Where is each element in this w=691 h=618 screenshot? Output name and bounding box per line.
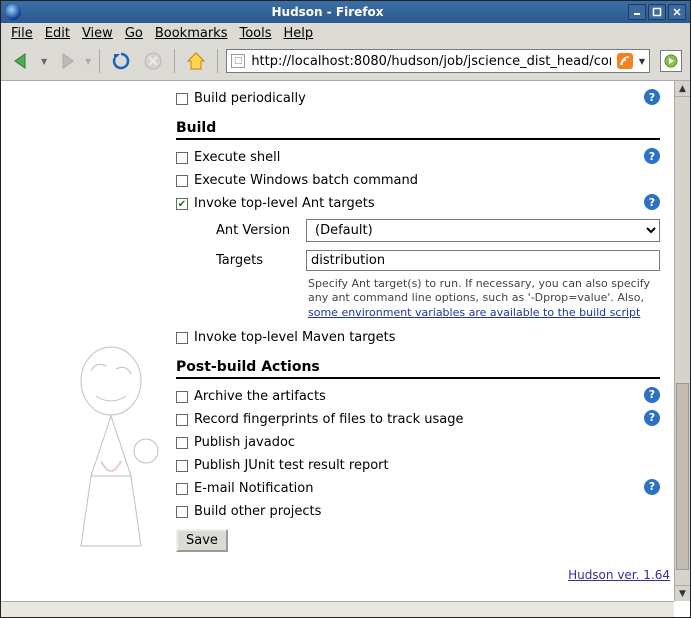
titlebar: Hudson - Firefox: [1, 1, 690, 23]
url-dropdown-icon[interactable]: ▼: [637, 57, 647, 66]
junit-row: Publish JUnit test result report: [176, 454, 660, 477]
help-icon[interactable]: ?: [644, 387, 660, 403]
fingerprint-checkbox[interactable]: [176, 414, 188, 426]
invoke-maven-row: Invoke top-level Maven targets: [176, 326, 660, 349]
email-row: E-mail Notification ?: [176, 477, 660, 500]
build-other-row: Build other projects: [176, 500, 660, 523]
forward-button[interactable]: [53, 48, 79, 74]
execute-shell-row: Execute shell ?: [176, 146, 660, 169]
fingerprint-label: Record fingerprints of files to track us…: [194, 412, 660, 427]
ant-targets-hint: Specify Ant target(s) to run. If necessa…: [176, 275, 660, 326]
page-content: Build periodically ? Build Execute shell…: [1, 81, 690, 617]
close-button[interactable]: [668, 4, 686, 20]
back-dropdown-icon[interactable]: ▼: [41, 57, 47, 66]
hudson-version-link[interactable]: Hudson ver. 1.64: [568, 568, 670, 582]
section-post-build-heading: Post-build Actions: [176, 359, 660, 379]
back-button[interactable]: [9, 48, 35, 74]
ant-targets-label: Targets: [216, 253, 296, 268]
scroll-up-arrow[interactable]: ▲: [675, 81, 690, 97]
ant-targets-row: Targets: [176, 246, 660, 275]
execute-win-batch-checkbox[interactable]: [176, 175, 188, 187]
horizontal-scrollbar[interactable]: [1, 601, 674, 617]
execute-win-batch-label: Execute Windows batch command: [194, 173, 660, 188]
invoke-maven-checkbox[interactable]: [176, 332, 188, 344]
go-button[interactable]: [660, 50, 682, 72]
menu-view[interactable]: View: [82, 26, 113, 41]
env-vars-link[interactable]: some environment variables are available…: [308, 306, 640, 319]
ant-version-select[interactable]: (Default): [306, 219, 660, 242]
help-icon[interactable]: ?: [644, 194, 660, 210]
invoke-ant-row: ✔ Invoke top-level Ant targets ?: [176, 192, 660, 215]
fingerprint-row: Record fingerprints of files to track us…: [176, 408, 660, 431]
execute-shell-checkbox[interactable]: [176, 152, 188, 164]
help-icon[interactable]: ?: [644, 148, 660, 164]
url-input[interactable]: [249, 53, 613, 70]
javadoc-checkbox[interactable]: [176, 437, 188, 449]
menu-bookmarks[interactable]: Bookmarks: [155, 26, 228, 41]
menu-edit[interactable]: Edit: [45, 26, 70, 41]
execute-win-batch-row: Execute Windows batch command: [176, 169, 660, 192]
archive-artifacts-label: Archive the artifacts: [194, 389, 660, 404]
build-periodically-row: Build periodically ?: [176, 87, 660, 110]
javadoc-label: Publish javadoc: [194, 435, 660, 450]
invoke-ant-label: Invoke top-level Ant targets: [194, 196, 660, 211]
vertical-scrollbar[interactable]: ▲ ▼: [674, 81, 690, 601]
home-button[interactable]: [183, 48, 209, 74]
toolbar: ▼ ▼ □ ▼: [1, 44, 690, 81]
invoke-maven-label: Invoke top-level Maven targets: [194, 330, 660, 345]
maximize-button[interactable]: [648, 4, 666, 20]
help-icon[interactable]: ?: [644, 410, 660, 426]
minimize-button[interactable]: [628, 4, 646, 20]
invoke-ant-checkbox[interactable]: ✔: [176, 198, 188, 210]
junit-checkbox[interactable]: [176, 460, 188, 472]
email-checkbox[interactable]: [176, 483, 188, 495]
firefox-window: Hudson - Firefox File Edit View Go Bookm…: [0, 0, 691, 618]
build-other-label: Build other projects: [194, 504, 660, 519]
archive-artifacts-row: Archive the artifacts ?: [176, 385, 660, 408]
build-periodically-checkbox[interactable]: [176, 93, 188, 105]
ant-targets-input[interactable]: [306, 250, 660, 271]
menu-help[interactable]: Help: [284, 26, 314, 41]
email-label: E-mail Notification: [194, 481, 660, 496]
stop-button: [140, 48, 166, 74]
javadoc-row: Publish javadoc: [176, 431, 660, 454]
menu-file[interactable]: File: [11, 26, 33, 41]
build-other-checkbox[interactable]: [176, 506, 188, 518]
help-icon[interactable]: ?: [644, 89, 660, 105]
build-periodically-label: Build periodically: [194, 91, 660, 106]
save-button[interactable]: Save: [176, 529, 228, 552]
execute-shell-label: Execute shell: [194, 150, 660, 165]
ant-version-row: Ant Version (Default): [176, 215, 660, 246]
page-favicon: □: [231, 54, 245, 68]
menu-go[interactable]: Go: [125, 26, 143, 41]
firefox-icon: [5, 4, 21, 20]
menubar: File Edit View Go Bookmarks Tools Help: [1, 23, 690, 44]
section-build-heading: Build: [176, 120, 660, 140]
junit-label: Publish JUnit test result report: [194, 458, 660, 473]
ant-version-label: Ant Version: [216, 223, 296, 238]
window-title: Hudson - Firefox: [27, 5, 628, 19]
rss-icon[interactable]: [617, 53, 633, 69]
scroll-down-arrow[interactable]: ▼: [675, 585, 690, 601]
archive-artifacts-checkbox[interactable]: [176, 391, 188, 403]
forward-dropdown-icon: ▼: [85, 57, 91, 66]
help-icon[interactable]: ?: [644, 479, 660, 495]
scroll-thumb[interactable]: [676, 383, 689, 570]
url-bar[interactable]: □ ▼: [226, 49, 650, 73]
footer: Hudson ver. 1.64: [1, 562, 690, 586]
menu-tools[interactable]: Tools: [239, 26, 271, 41]
reload-button[interactable]: [108, 48, 134, 74]
